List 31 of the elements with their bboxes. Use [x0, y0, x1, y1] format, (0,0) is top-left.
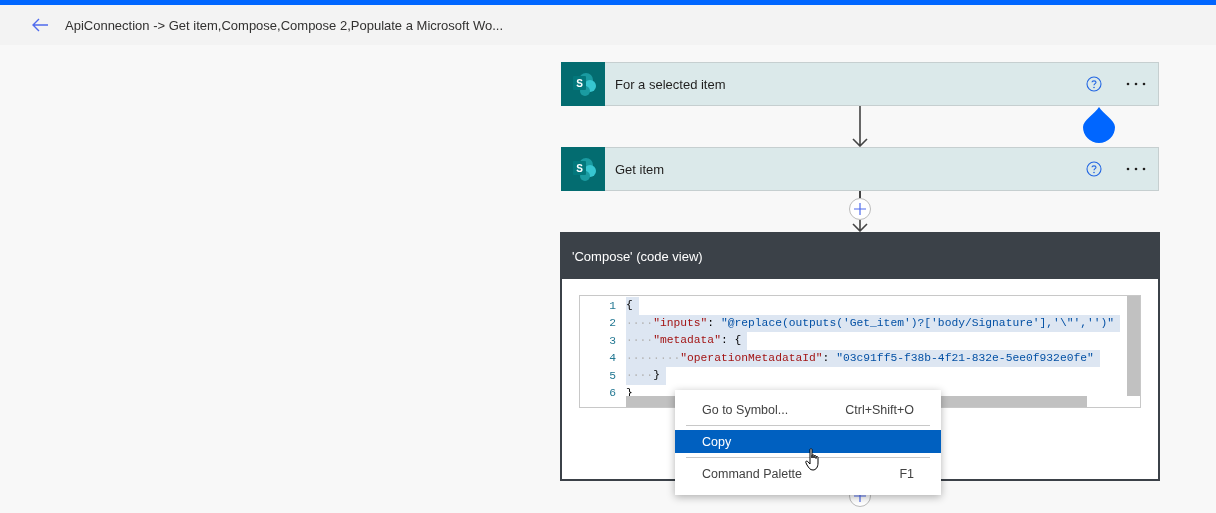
help-button[interactable] [1086, 161, 1102, 177]
line-number: 2 [608, 317, 616, 330]
back-button[interactable] [31, 18, 49, 32]
step-title: For a selected item [615, 76, 727, 92]
line-number: 4 [608, 352, 616, 365]
add-step-button[interactable] [849, 198, 871, 220]
app-logo-icon: S [561, 62, 605, 106]
plus-icon [854, 203, 866, 215]
back-arrow-icon [31, 18, 49, 32]
menu-item[interactable]: Command Palette F1 [675, 462, 941, 485]
app-logo-icon: S [561, 147, 605, 191]
card-title: 'Compose' (code view) [572, 249, 703, 264]
line-number: 3 [608, 334, 616, 347]
more-icon [1126, 82, 1146, 86]
line-number: 5 [608, 369, 616, 382]
connector-line [859, 191, 861, 198]
line-number: 6 [608, 387, 616, 400]
line-number: 1 [608, 299, 616, 312]
help-button[interactable] [1086, 76, 1102, 92]
step-title: Get item [615, 161, 666, 177]
help-icon [1086, 161, 1102, 177]
help-icon [1086, 76, 1102, 92]
flow-title: ApiConnection -> Get item,Compose,Compose 2,Populate a Microsoft Wo... [65, 17, 503, 33]
menu-item[interactable]: Go to Symbol... Ctrl+Shift+O [675, 398, 941, 421]
step-card[interactable]: S Get item [561, 147, 1159, 191]
step-card[interactable]: S For a selected item [561, 62, 1159, 106]
more-icon [1126, 167, 1146, 171]
vertical-scrollbar[interactable] [1127, 296, 1140, 396]
connector-arrow [850, 106, 870, 147]
menu-item[interactable]: Copy [675, 430, 941, 453]
drop-marker-icon[interactable] [1083, 107, 1115, 143]
